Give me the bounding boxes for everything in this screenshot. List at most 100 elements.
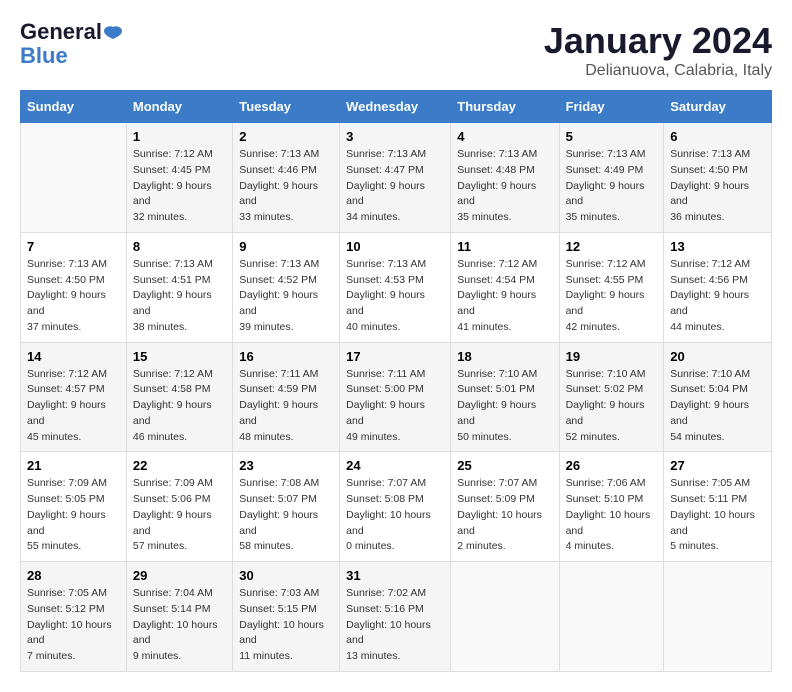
- day-info: Sunrise: 7:13 AMSunset: 4:53 PMDaylight:…: [346, 257, 444, 336]
- day-number: 5: [566, 129, 658, 144]
- day-number: 13: [670, 239, 765, 254]
- day-number: 23: [239, 458, 333, 473]
- day-info: Sunrise: 7:12 AMSunset: 4:56 PMDaylight:…: [670, 257, 765, 336]
- calendar-cell: 7 Sunrise: 7:13 AMSunset: 4:50 PMDayligh…: [21, 232, 127, 342]
- calendar-body: 1 Sunrise: 7:12 AMSunset: 4:45 PMDayligh…: [21, 123, 772, 672]
- day-number: 26: [566, 458, 658, 473]
- day-header-monday: Monday: [126, 91, 232, 123]
- day-number: 24: [346, 458, 444, 473]
- day-number: 6: [670, 129, 765, 144]
- calendar-cell: 21 Sunrise: 7:09 AMSunset: 5:05 PMDaylig…: [21, 452, 127, 562]
- day-info: Sunrise: 7:13 AMSunset: 4:47 PMDaylight:…: [346, 147, 444, 226]
- day-info: Sunrise: 7:13 AMSunset: 4:49 PMDaylight:…: [566, 147, 658, 226]
- day-number: 1: [133, 129, 226, 144]
- calendar-cell: 12 Sunrise: 7:12 AMSunset: 4:55 PMDaylig…: [559, 232, 664, 342]
- calendar-cell: 6 Sunrise: 7:13 AMSunset: 4:50 PMDayligh…: [664, 123, 772, 233]
- day-header-sunday: Sunday: [21, 91, 127, 123]
- day-info: Sunrise: 7:12 AMSunset: 4:58 PMDaylight:…: [133, 367, 226, 446]
- day-header-tuesday: Tuesday: [233, 91, 340, 123]
- day-number: 9: [239, 239, 333, 254]
- calendar-cell: 29 Sunrise: 7:04 AMSunset: 5:14 PMDaylig…: [126, 562, 232, 672]
- day-number: 4: [457, 129, 552, 144]
- calendar-cell: 8 Sunrise: 7:13 AMSunset: 4:51 PMDayligh…: [126, 232, 232, 342]
- day-number: 2: [239, 129, 333, 144]
- calendar-week-5: 28 Sunrise: 7:05 AMSunset: 5:12 PMDaylig…: [21, 562, 772, 672]
- day-number: 19: [566, 349, 658, 364]
- calendar-table: SundayMondayTuesdayWednesdayThursdayFrid…: [20, 90, 772, 672]
- day-number: 11: [457, 239, 552, 254]
- day-number: 7: [27, 239, 120, 254]
- calendar-cell: 28 Sunrise: 7:05 AMSunset: 5:12 PMDaylig…: [21, 562, 127, 672]
- day-number: 22: [133, 458, 226, 473]
- day-info: Sunrise: 7:09 AMSunset: 5:06 PMDaylight:…: [133, 476, 226, 555]
- logo: General Blue: [20, 20, 122, 68]
- day-number: 12: [566, 239, 658, 254]
- day-header-wednesday: Wednesday: [340, 91, 451, 123]
- day-number: 25: [457, 458, 552, 473]
- calendar-cell: 5 Sunrise: 7:13 AMSunset: 4:49 PMDayligh…: [559, 123, 664, 233]
- calendar-week-4: 21 Sunrise: 7:09 AMSunset: 5:05 PMDaylig…: [21, 452, 772, 562]
- day-number: 21: [27, 458, 120, 473]
- calendar-cell: [451, 562, 559, 672]
- day-info: Sunrise: 7:12 AMSunset: 4:45 PMDaylight:…: [133, 147, 226, 226]
- day-number: 17: [346, 349, 444, 364]
- calendar-cell: [664, 562, 772, 672]
- day-info: Sunrise: 7:10 AMSunset: 5:01 PMDaylight:…: [457, 367, 552, 446]
- day-info: Sunrise: 7:11 AMSunset: 5:00 PMDaylight:…: [346, 367, 444, 446]
- logo-bird-icon: [104, 25, 122, 39]
- day-info: Sunrise: 7:07 AMSunset: 5:08 PMDaylight:…: [346, 476, 444, 555]
- calendar-week-2: 7 Sunrise: 7:13 AMSunset: 4:50 PMDayligh…: [21, 232, 772, 342]
- logo-general: General: [20, 20, 122, 44]
- day-info: Sunrise: 7:04 AMSunset: 5:14 PMDaylight:…: [133, 586, 226, 665]
- day-number: 15: [133, 349, 226, 364]
- day-info: Sunrise: 7:10 AMSunset: 5:04 PMDaylight:…: [670, 367, 765, 446]
- day-number: 18: [457, 349, 552, 364]
- calendar-cell: 3 Sunrise: 7:13 AMSunset: 4:47 PMDayligh…: [340, 123, 451, 233]
- calendar-cell: 22 Sunrise: 7:09 AMSunset: 5:06 PMDaylig…: [126, 452, 232, 562]
- day-number: 10: [346, 239, 444, 254]
- calendar-cell: 25 Sunrise: 7:07 AMSunset: 5:09 PMDaylig…: [451, 452, 559, 562]
- calendar-cell: 31 Sunrise: 7:02 AMSunset: 5:16 PMDaylig…: [340, 562, 451, 672]
- calendar-cell: 18 Sunrise: 7:10 AMSunset: 5:01 PMDaylig…: [451, 342, 559, 452]
- day-info: Sunrise: 7:13 AMSunset: 4:50 PMDaylight:…: [670, 147, 765, 226]
- calendar-cell: [559, 562, 664, 672]
- calendar-cell: 20 Sunrise: 7:10 AMSunset: 5:04 PMDaylig…: [664, 342, 772, 452]
- day-number: 8: [133, 239, 226, 254]
- calendar-cell: 19 Sunrise: 7:10 AMSunset: 5:02 PMDaylig…: [559, 342, 664, 452]
- day-number: 30: [239, 568, 333, 583]
- day-info: Sunrise: 7:10 AMSunset: 5:02 PMDaylight:…: [566, 367, 658, 446]
- day-info: Sunrise: 7:05 AMSunset: 5:11 PMDaylight:…: [670, 476, 765, 555]
- day-number: 20: [670, 349, 765, 364]
- calendar-cell: 2 Sunrise: 7:13 AMSunset: 4:46 PMDayligh…: [233, 123, 340, 233]
- day-number: 31: [346, 568, 444, 583]
- day-header-thursday: Thursday: [451, 91, 559, 123]
- calendar-cell: [21, 123, 127, 233]
- calendar-cell: 26 Sunrise: 7:06 AMSunset: 5:10 PMDaylig…: [559, 452, 664, 562]
- day-number: 3: [346, 129, 444, 144]
- day-number: 28: [27, 568, 120, 583]
- location: Delianuova, Calabria, Italy: [544, 62, 772, 80]
- day-info: Sunrise: 7:02 AMSunset: 5:16 PMDaylight:…: [346, 586, 444, 665]
- day-info: Sunrise: 7:09 AMSunset: 5:05 PMDaylight:…: [27, 476, 120, 555]
- calendar-cell: 14 Sunrise: 7:12 AMSunset: 4:57 PMDaylig…: [21, 342, 127, 452]
- calendar-cell: 4 Sunrise: 7:13 AMSunset: 4:48 PMDayligh…: [451, 123, 559, 233]
- day-header-saturday: Saturday: [664, 91, 772, 123]
- day-info: Sunrise: 7:06 AMSunset: 5:10 PMDaylight:…: [566, 476, 658, 555]
- day-number: 16: [239, 349, 333, 364]
- calendar-cell: 13 Sunrise: 7:12 AMSunset: 4:56 PMDaylig…: [664, 232, 772, 342]
- calendar-header-row: SundayMondayTuesdayWednesdayThursdayFrid…: [21, 91, 772, 123]
- day-info: Sunrise: 7:12 AMSunset: 4:57 PMDaylight:…: [27, 367, 120, 446]
- day-info: Sunrise: 7:12 AMSunset: 4:55 PMDaylight:…: [566, 257, 658, 336]
- day-number: 29: [133, 568, 226, 583]
- calendar-cell: 24 Sunrise: 7:07 AMSunset: 5:08 PMDaylig…: [340, 452, 451, 562]
- day-info: Sunrise: 7:08 AMSunset: 5:07 PMDaylight:…: [239, 476, 333, 555]
- day-header-friday: Friday: [559, 91, 664, 123]
- calendar-week-1: 1 Sunrise: 7:12 AMSunset: 4:45 PMDayligh…: [21, 123, 772, 233]
- title-area: January 2024 Delianuova, Calabria, Italy: [544, 20, 772, 80]
- day-info: Sunrise: 7:03 AMSunset: 5:15 PMDaylight:…: [239, 586, 333, 665]
- day-number: 27: [670, 458, 765, 473]
- calendar-cell: 16 Sunrise: 7:11 AMSunset: 4:59 PMDaylig…: [233, 342, 340, 452]
- day-info: Sunrise: 7:13 AMSunset: 4:52 PMDaylight:…: [239, 257, 333, 336]
- day-info: Sunrise: 7:13 AMSunset: 4:46 PMDaylight:…: [239, 147, 333, 226]
- month-title: January 2024: [544, 20, 772, 62]
